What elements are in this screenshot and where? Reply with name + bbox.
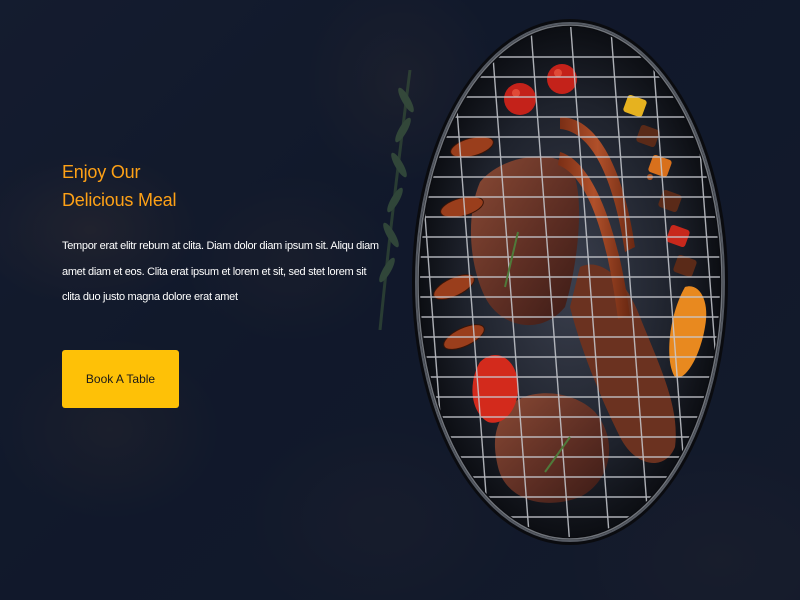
hero-title-line2: Delicious Meal: [62, 190, 177, 210]
hero-title-line1: Enjoy Our: [62, 162, 141, 182]
hero-description: Tempor erat elitr rebum at clita. Diam d…: [62, 240, 379, 303]
bbq-grill-image: [410, 17, 730, 547]
book-table-button[interactable]: Book A Table: [62, 350, 179, 408]
hero-title: Enjoy Our Delicious Meal: [62, 158, 382, 214]
hero-content: Enjoy Our Delicious Meal Tempor erat eli…: [62, 158, 382, 311]
hero-section: Enjoy Our Delicious Meal Tempor erat eli…: [0, 0, 800, 600]
bbq-grill-icon: [412, 19, 728, 545]
